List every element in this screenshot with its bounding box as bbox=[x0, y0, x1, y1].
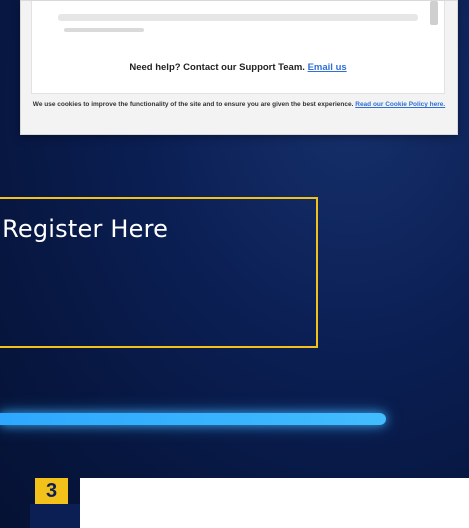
step-number-badge: 3 bbox=[35, 478, 68, 504]
faint-label-placeholder bbox=[64, 28, 144, 32]
support-help-text: Need help? Contact our Support Team. bbox=[129, 62, 305, 73]
register-here-text: : Register Here bbox=[0, 215, 169, 243]
form-progress-track bbox=[58, 14, 418, 21]
cookie-banner: We use cookies to improve the functional… bbox=[21, 100, 457, 109]
embedded-form-panel: Need help? Contact our Support Team. Ema… bbox=[31, 1, 445, 94]
email-us-link[interactable]: Email us bbox=[308, 62, 347, 73]
blue-progress-bar bbox=[0, 413, 386, 425]
scrollbar-thumb[interactable] bbox=[430, 1, 438, 25]
step-badge-base bbox=[30, 504, 80, 528]
register-callout-box: : Register Here bbox=[0, 197, 318, 348]
cookie-policy-link[interactable]: Read our Cookie Policy here. bbox=[355, 101, 445, 108]
support-help-line: Need help? Contact our Support Team. Ema… bbox=[32, 62, 444, 73]
embedded-screenshot: Need help? Contact our Support Team. Ema… bbox=[20, 0, 458, 135]
bottom-white-panel bbox=[80, 478, 469, 528]
cookie-text: We use cookies to improve the functional… bbox=[32, 101, 354, 108]
